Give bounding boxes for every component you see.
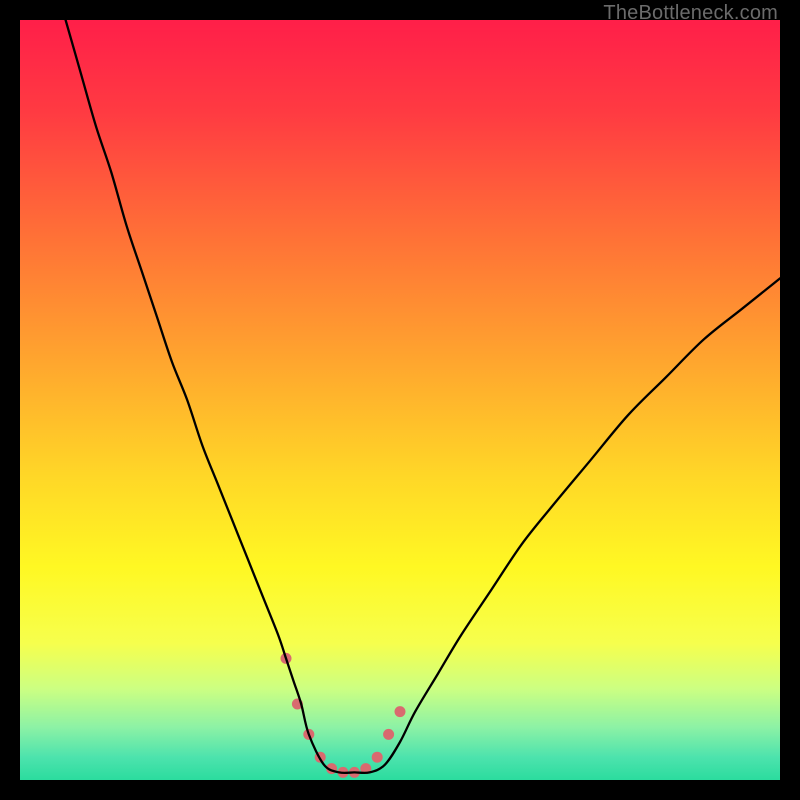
plot-area (20, 20, 780, 780)
chart-frame: TheBottleneck.com (0, 0, 800, 800)
bottleneck-curve (66, 20, 780, 773)
marker-dot (395, 706, 406, 717)
watermark-text: TheBottleneck.com (603, 2, 778, 25)
marker-dot (372, 752, 383, 763)
optimal-zone-marker (281, 653, 406, 778)
marker-dot (383, 729, 394, 740)
curve-layer (20, 20, 780, 780)
